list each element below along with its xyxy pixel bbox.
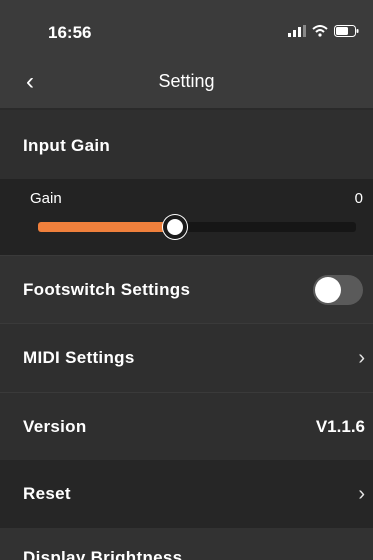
status-icons [288,25,359,37]
status-bar: 16:56 [0,0,373,58]
version-label: Version [23,416,87,436]
page-title: Setting [158,71,215,91]
footswitch-settings-row: Footswitch Settings [0,255,373,323]
chevron-right-icon: › [358,346,365,369]
gain-panel: Gain 0 [0,179,373,255]
version-value: V1.1.6 [315,416,365,436]
chevron-right-icon: › [358,482,365,505]
battery-icon [334,25,359,37]
wifi-icon [312,25,328,37]
display-brightness-label: Display Brightness [23,548,183,560]
input-gain-label: Input Gain [23,135,111,155]
toggle-knob [315,276,341,303]
midi-settings-label: MIDI Settings [23,348,135,367]
input-gain-section-header: Input Gain [0,112,373,179]
gain-slider-fill [38,222,175,232]
gain-value: 0 [354,190,363,207]
footswitch-settings-label: Footswitch Settings [23,279,191,299]
reset-label: Reset [23,484,71,503]
display-brightness-row[interactable]: Display Brightness [0,528,373,560]
version-row: Version V1.1.6 [0,392,373,460]
footswitch-toggle[interactable] [313,274,363,305]
reset-row[interactable]: Reset › [0,460,373,528]
midi-settings-row[interactable]: MIDI Settings › [0,323,373,392]
gain-slider-thumb[interactable] [162,215,187,239]
gain-label: Gain [30,190,62,207]
status-time: 16:56 [48,23,92,42]
nav-bar: ‹ Setting [0,58,373,110]
signal-icon [288,25,306,37]
